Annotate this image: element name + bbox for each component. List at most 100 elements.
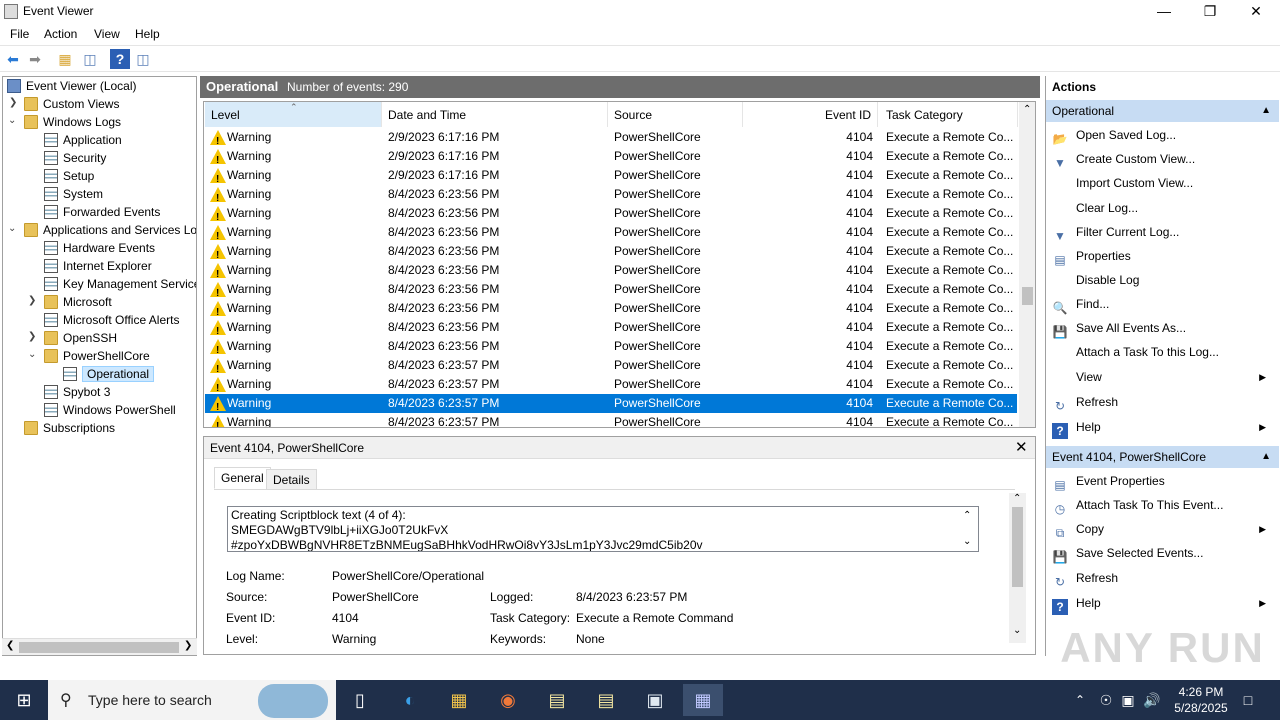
chevron-right-icon[interactable]: ❯ [28, 295, 38, 306]
scroll-down-icon[interactable]: ⌄ [1013, 625, 1021, 636]
action-save-all-events[interactable]: 💾 Save All Events As... [1052, 317, 1274, 339]
column-source[interactable]: Source [608, 102, 743, 127]
chevron-down-icon[interactable]: ⌄ [8, 223, 18, 234]
table-row[interactable]: Warning 2/9/2023 6:17:16 PM PowerShellCore… [205, 166, 1017, 189]
edge-icon[interactable]: ◐ [390, 684, 430, 716]
action-clear-log[interactable]: Clear Log... [1052, 197, 1274, 219]
tree-powershellcore[interactable]: PowerShellCore [44, 347, 150, 365]
menu-action[interactable]: Action [44, 27, 77, 41]
tree-windows-logs[interactable]: Windows Logs [24, 113, 121, 131]
notepad-icon[interactable]: ▤ [537, 684, 577, 716]
tab-general[interactable]: General [214, 467, 271, 489]
back-arrow-icon[interactable]: ⬅ [3, 49, 23, 69]
action-attach-task-to-log[interactable]: Attach a Task To this Log... [1052, 341, 1274, 363]
close-icon[interactable]: ✕ [1015, 438, 1028, 456]
menu-file[interactable]: File [10, 27, 29, 41]
action-properties[interactable]: ▤ Properties [1052, 245, 1274, 267]
tree-root[interactable]: Event Viewer (Local) [7, 77, 137, 95]
table-row[interactable]: Warning 8/4/2023 6:23:56 PM PowerShellCore… [205, 223, 1017, 246]
tree-spybot[interactable]: Spybot 3 [44, 383, 110, 401]
file-explorer-icon[interactable]: ▦ [439, 684, 479, 716]
table-row[interactable]: Warning 8/4/2023 6:23:56 PM PowerShellCore… [205, 280, 1017, 303]
action-refresh-event[interactable]: ↻ Refresh [1052, 567, 1274, 589]
event-viewer-taskbar-icon[interactable]: ▦ [683, 684, 723, 716]
chevron-right-icon[interactable]: ❯ [9, 97, 19, 108]
action-copy[interactable]: ⧉ Copy ▶ [1052, 518, 1274, 540]
table-row[interactable]: Warning 8/4/2023 6:23:56 PM PowerShellCore… [205, 261, 1017, 284]
scroll-right-icon[interactable]: ❯ [184, 640, 192, 651]
tree-kms[interactable]: Key Management Service [44, 275, 196, 293]
table-row[interactable]: Warning 2/9/2023 6:17:16 PM PowerShellCore… [205, 128, 1017, 151]
windows-start-icon[interactable]: ⊞ [4, 684, 44, 716]
tree-setup[interactable]: Setup [44, 167, 94, 185]
action-save-selected-events[interactable]: 💾 Save Selected Events... [1052, 542, 1274, 564]
action-help[interactable]: ? Help ▶ [1052, 416, 1274, 439]
notifications-icon[interactable]: □ [1228, 684, 1268, 716]
maximize-button[interactable]: ❐ [1187, 0, 1233, 24]
column-level[interactable]: Level ⌃ [205, 102, 382, 127]
scroll-up-icon[interactable]: ⌃ [1013, 493, 1021, 504]
tree-horizontal-scrollbar[interactable]: ❮ ❯ [2, 638, 197, 655]
chevron-right-icon[interactable]: ❯ [28, 331, 38, 342]
action-view[interactable]: View ▶ [1052, 366, 1274, 388]
window-app-icon[interactable]: ▣ [635, 684, 675, 716]
action-disable-log[interactable]: Disable Log [1052, 269, 1274, 291]
table-row[interactable]: Warning 8/4/2023 6:23:56 PM PowerShellCore… [205, 337, 1017, 360]
forward-arrow-icon[interactable]: ➡ [25, 49, 45, 69]
minimize-button[interactable]: — [1141, 0, 1187, 24]
collapse-icon[interactable]: ▲ [1261, 446, 1271, 468]
tab-details[interactable]: Details [266, 469, 317, 490]
table-row[interactable]: Warning 8/4/2023 6:23:56 PM PowerShellCore… [205, 318, 1017, 341]
table-row[interactable]: Warning 8/4/2023 6:23:57 PM PowerShellCore… [205, 375, 1017, 398]
close-button[interactable]: ✕ [1233, 0, 1279, 24]
tree-subscriptions[interactable]: Subscriptions [24, 419, 115, 437]
actions-section-event[interactable]: Event 4104, PowerShellCore ▲ [1046, 446, 1279, 468]
table-row[interactable]: Warning 8/4/2023 6:23:56 PM PowerShellCore… [205, 242, 1017, 265]
action-filter-current-log[interactable]: ▼ Filter Current Log... [1052, 221, 1274, 243]
table-row[interactable]: Warning 8/4/2023 6:23:57 PM PowerShellCore… [205, 356, 1017, 379]
scrollbar-thumb[interactable] [1022, 287, 1033, 305]
action-help-event[interactable]: ? Help ▶ [1052, 592, 1274, 615]
task-view-icon[interactable]: ▯ [340, 684, 380, 716]
tree-operational[interactable]: Operational [63, 365, 155, 383]
column-event-id[interactable]: Event ID [743, 102, 878, 127]
table-row[interactable]: Warning 8/4/2023 6:23:57 PM PowerShellCore… [205, 413, 1017, 427]
table-row[interactable]: Warning 8/4/2023 6:23:56 PM PowerShellCore… [205, 204, 1017, 227]
firefox-icon[interactable]: ◉ [488, 684, 528, 716]
tree-security[interactable]: Security [44, 149, 106, 167]
action-find[interactable]: 🔍 Find... [1052, 293, 1274, 315]
action-event-properties[interactable]: ▤ Event Properties [1052, 470, 1274, 492]
menu-help[interactable]: Help [135, 27, 160, 41]
clock[interactable]: 4:26 PM 5/28/2025 [1166, 684, 1236, 716]
scroll-down-icon[interactable]: ⌄ [963, 534, 971, 549]
scrollbar-thumb[interactable] [19, 642, 179, 653]
show-hide-action-pane-icon[interactable]: ◫ [133, 49, 153, 69]
folder-up-icon[interactable]: ▦ [55, 49, 75, 69]
table-row[interactable]: Warning 8/4/2023 6:23:56 PM PowerShellCore… [205, 185, 1017, 208]
tree-openssh[interactable]: OpenSSH [44, 329, 117, 347]
help-icon[interactable]: ? [110, 49, 130, 69]
scrollbar-thumb[interactable] [1012, 507, 1023, 587]
tree-internet-explorer[interactable]: Internet Explorer [44, 257, 152, 275]
actions-section-operational[interactable]: Operational ▲ [1046, 100, 1279, 122]
tree-hardware-events[interactable]: Hardware Events [44, 239, 155, 257]
table-row[interactable]: Warning 2/9/2023 6:17:16 PM PowerShellCore… [205, 147, 1017, 170]
action-open-saved-log[interactable]: 📂 Open Saved Log... [1052, 124, 1274, 146]
tree-office-alerts[interactable]: Microsoft Office Alerts [44, 311, 179, 329]
show-hide-tree-icon[interactable]: ◫ [80, 49, 100, 69]
tree-apps-services[interactable]: Applications and Services Lo [24, 221, 196, 239]
action-import-custom-view[interactable]: Import Custom View... [1052, 172, 1274, 194]
column-task-category[interactable]: Task Category [878, 102, 1018, 127]
collapse-icon[interactable]: ▲ [1261, 100, 1271, 122]
tree-forwarded-events[interactable]: Forwarded Events [44, 203, 160, 221]
scroll-up-icon[interactable]: ⌃ [963, 508, 971, 523]
notepad-2-icon[interactable]: ▤ [586, 684, 626, 716]
table-row[interactable]: Warning 8/4/2023 6:23:56 PM PowerShellCore… [205, 299, 1017, 322]
action-refresh[interactable]: ↻ Refresh [1052, 391, 1274, 413]
table-row[interactable]: Warning 8/4/2023 6:23:57 PM PowerShellCore… [205, 394, 1017, 417]
tree-windows-powershell[interactable]: Windows PowerShell [44, 401, 176, 419]
scroll-up-icon[interactable]: ⌃ [1023, 104, 1031, 115]
scroll-left-icon[interactable]: ❮ [6, 640, 14, 651]
action-create-custom-view[interactable]: ▼ Create Custom View... [1052, 148, 1274, 170]
detail-vertical-scrollbar[interactable]: ⌃ ⌄ [1009, 493, 1026, 643]
